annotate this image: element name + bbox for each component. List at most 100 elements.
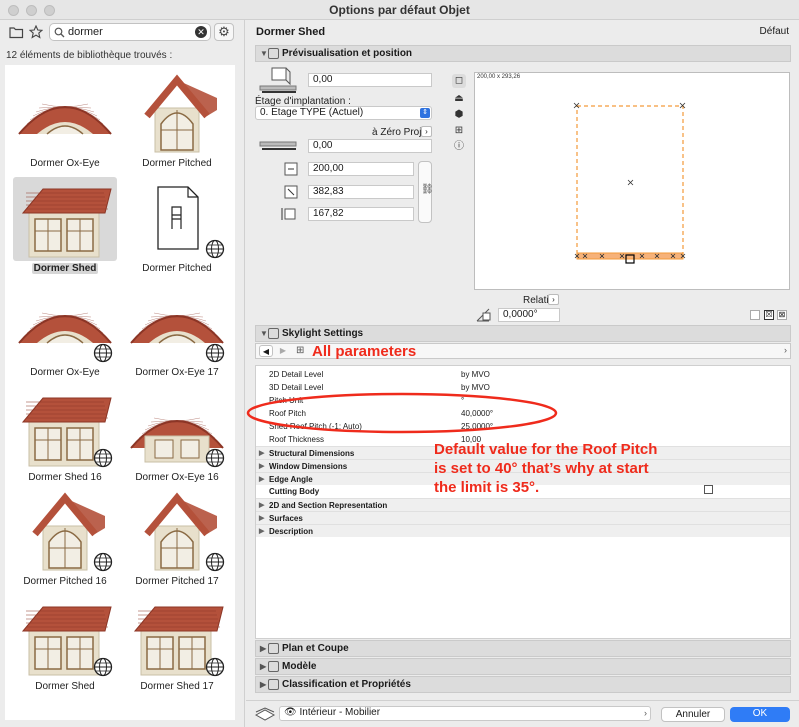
library-panel: ✕ ⚙ 12 éléments de bibliothèque trouvés … <box>0 20 245 727</box>
globe-icon <box>93 657 113 677</box>
minimize-window-button[interactable] <box>26 5 37 16</box>
story-select-value: 0. Etage TYPE (Actuel) <box>260 107 364 118</box>
parameter-group-row[interactable]: ▶ Surfaces <box>256 511 790 524</box>
layer-select[interactable]: 👁 Intérieur - Mobilier › <box>279 706 651 721</box>
offset-icon <box>259 141 297 150</box>
globe-icon <box>93 344 113 363</box>
mirror-none-checkbox[interactable] <box>750 310 760 320</box>
select-chevron-icon: › <box>644 708 647 718</box>
library-item-label: Dormer Ox-Eye <box>13 367 117 378</box>
disclosure-open-icon: ▼ <box>260 49 268 58</box>
zoom-window-button[interactable] <box>44 5 55 16</box>
section-title: Classification et Propriétés <box>282 679 411 690</box>
story-select[interactable]: 0. Etage TYPE (Actuel) ⇕ <box>255 106 432 120</box>
parameter-name: Cutting Body <box>269 487 320 496</box>
cutting-body-checkbox[interactable] <box>704 485 713 494</box>
height-field[interactable]: 167,82 <box>308 207 414 221</box>
back-arrow-icon[interactable]: ◀ <box>259 345 273 357</box>
annotation-all-parameters: All parameters <box>312 343 417 360</box>
model-section-icon <box>268 661 279 672</box>
section-skylight-settings[interactable]: ▼ Skylight Settings <box>255 325 791 342</box>
library-item-label: Dormer Pitched 17 <box>125 576 229 587</box>
library-item-label: Dormer Ox-Eye 16 <box>125 472 229 483</box>
library-item[interactable]: Dormer Ox-Eye <box>13 281 117 385</box>
parameter-value[interactable]: by MVO <box>461 368 490 381</box>
section-title: Skylight Settings <box>282 328 364 339</box>
parameter-group-row[interactable]: ▶ 2D and Section Representation <box>256 498 790 511</box>
object-preview: 200,00 x 293,26 <box>474 72 790 290</box>
ok-button[interactable]: OK <box>730 707 790 722</box>
globe-icon <box>205 344 225 363</box>
library-item[interactable]: Dormer Shed 16 <box>13 386 117 490</box>
library-item[interactable]: Dormer Shed <box>13 176 117 281</box>
library-search-field[interactable]: ✕ <box>49 23 211 41</box>
section-title: Plan et Coupe <box>282 643 349 654</box>
gear-icon: ⚙ <box>218 24 230 39</box>
disclosure-open-icon: ▼ <box>260 329 268 338</box>
width-field[interactable]: 200,00 <box>308 162 414 176</box>
info-icon[interactable]: ⓘ <box>452 140 466 154</box>
plan-view-icon[interactable]: ◻ <box>452 74 466 88</box>
forward-arrow-icon[interactable]: ▶ <box>276 345 290 357</box>
depth-icon <box>284 185 298 199</box>
library-item-name: Dormer Shed 16 <box>28 471 102 483</box>
link-proportions-button[interactable]: ⛓ <box>418 161 434 223</box>
library-item[interactable]: Dormer Shed <box>13 595 117 699</box>
library-item[interactable]: Dormer Pitched <box>125 72 229 176</box>
depth-field[interactable]: 382,83 <box>308 185 414 199</box>
library-item-label: Dormer Shed <box>13 681 117 692</box>
section-title: Prévisualisation et position <box>282 48 413 59</box>
close-window-button[interactable] <box>8 5 19 16</box>
chevron-right-icon[interactable]: › <box>421 126 432 137</box>
parameter-name: 2D Detail Level <box>269 370 324 379</box>
library-item-name: Dormer Ox-Eye 17 <box>135 367 219 379</box>
library-settings-button[interactable]: ⚙ <box>214 23 234 41</box>
section-classification[interactable]: ▶ Classification et Propriétés <box>255 676 791 693</box>
section-preview-position[interactable]: ▼ Prévisualisation et position <box>255 45 791 62</box>
library-item[interactable]: Dormer Pitched 16 <box>13 490 117 594</box>
library-item[interactable]: Dormer Ox-Eye 17 <box>125 281 229 385</box>
parameter-row[interactable]: 2D Detail Level by MVO <box>256 368 790 381</box>
mirror-x-checkbox[interactable]: ☒ <box>764 310 774 320</box>
mirror-y-checkbox[interactable]: ⊠ <box>777 310 787 320</box>
library-item-label: Dormer Pitched <box>125 263 229 274</box>
window-title: Options par défaut Objet <box>329 3 470 17</box>
section-modele[interactable]: ▶ Modèle <box>255 658 791 675</box>
plan-drawing <box>573 102 686 264</box>
library-item[interactable]: Dormer Ox-Eye 16 <box>125 386 229 490</box>
search-input[interactable] <box>68 25 188 39</box>
relative-chevron-icon[interactable]: › <box>548 294 559 305</box>
library-item-name: Dormer Pitched <box>142 158 212 169</box>
folder-icon[interactable] <box>8 24 24 40</box>
plan-section-icon <box>268 643 279 654</box>
section-title: Modèle <box>282 661 317 672</box>
section-plan-et-coupe[interactable]: ▶ Plan et Coupe <box>255 640 791 657</box>
clear-search-icon[interactable]: ✕ <box>195 26 207 38</box>
3d-view-icon[interactable]: ⬢ <box>452 108 466 122</box>
library-item[interactable]: Dormer Pitched 17 <box>125 490 229 594</box>
section-view-icon[interactable]: ⊞ <box>452 124 466 138</box>
library-item[interactable]: Dormer Pitched <box>125 177 229 281</box>
library-item-label: Dormer Ox-Eye 17 <box>125 367 229 378</box>
object-title: Dormer Shed <box>256 26 326 38</box>
annotation-note-line: is set to 40° that’s why at start <box>434 460 649 477</box>
disclosure-closed-icon: ▶ <box>260 662 267 671</box>
parameter-group-row[interactable]: ▶ Description <box>256 524 790 537</box>
star-icon[interactable] <box>28 24 44 40</box>
library-item[interactable]: Dormer Ox-Eye <box>13 72 117 176</box>
width-icon <box>284 162 298 176</box>
search-icon <box>54 27 65 38</box>
results-count: 12 éléments de bibliothèque trouvés : <box>6 50 173 61</box>
library-item-name: Dormer Ox-Eye <box>30 367 100 379</box>
elevation-view-icon[interactable]: ⏏ <box>452 92 466 106</box>
library-item[interactable]: Dormer Shed 17 <box>125 595 229 699</box>
navigation-chevron-icon[interactable]: › <box>784 345 787 355</box>
library-item-label: Dormer Shed <box>13 262 117 274</box>
globe-icon <box>205 657 225 677</box>
rotation-angle-field[interactable]: 0,0000° <box>498 308 560 322</box>
elevation-field[interactable]: 0,00 <box>308 73 432 87</box>
layers-icon <box>254 707 276 721</box>
rotation-angle-icon <box>476 308 491 322</box>
cancel-button[interactable]: Annuler <box>661 707 725 722</box>
offset-field[interactable]: 0,00 <box>308 139 432 153</box>
